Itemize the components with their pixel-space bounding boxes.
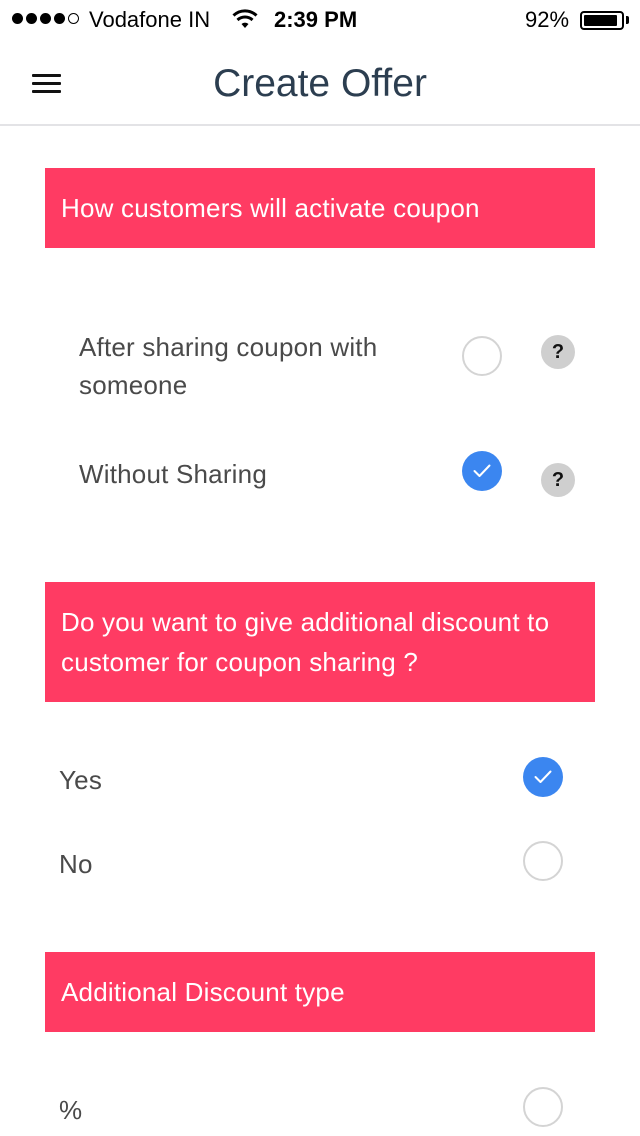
checkmark-icon [473, 464, 491, 477]
option-label-after-sharing: After sharing coupon with someone [79, 332, 378, 400]
checkmark-icon [534, 770, 552, 783]
radio-no[interactable] [523, 841, 563, 881]
radio-yes[interactable] [523, 757, 563, 797]
radio-percent[interactable] [523, 1087, 563, 1127]
status-time: 2:39 PM [274, 7, 358, 32]
section-header-additional-discount: Do you want to give additional discount … [45, 582, 595, 702]
option-label-without-sharing: Without Sharing [79, 459, 267, 489]
status-bar: Vodafone IN 2:39 PM 92% [0, 0, 640, 40]
nav-bar: Create Offer [0, 40, 640, 126]
radio-without-sharing[interactable] [462, 451, 502, 491]
page-title: Create Offer [213, 62, 427, 105]
battery-tip [626, 16, 629, 24]
signal-strength-icon [12, 13, 79, 24]
section-header-activation: How customers will activate coupon [45, 168, 595, 248]
option-label-yes: Yes [59, 765, 103, 795]
carrier-name: Vodafone IN [89, 7, 211, 32]
battery-percentage: 92% [525, 7, 570, 32]
option-label-no: No [59, 849, 93, 879]
wifi-icon [232, 9, 258, 28]
radio-after-sharing[interactable] [462, 336, 502, 376]
section-header-discount-type: Additional Discount type [45, 952, 595, 1032]
battery-icon [580, 11, 624, 30]
help-icon[interactable]: ? [541, 335, 575, 369]
option-label-percent: % [59, 1095, 83, 1125]
help-icon[interactable]: ? [541, 463, 575, 497]
